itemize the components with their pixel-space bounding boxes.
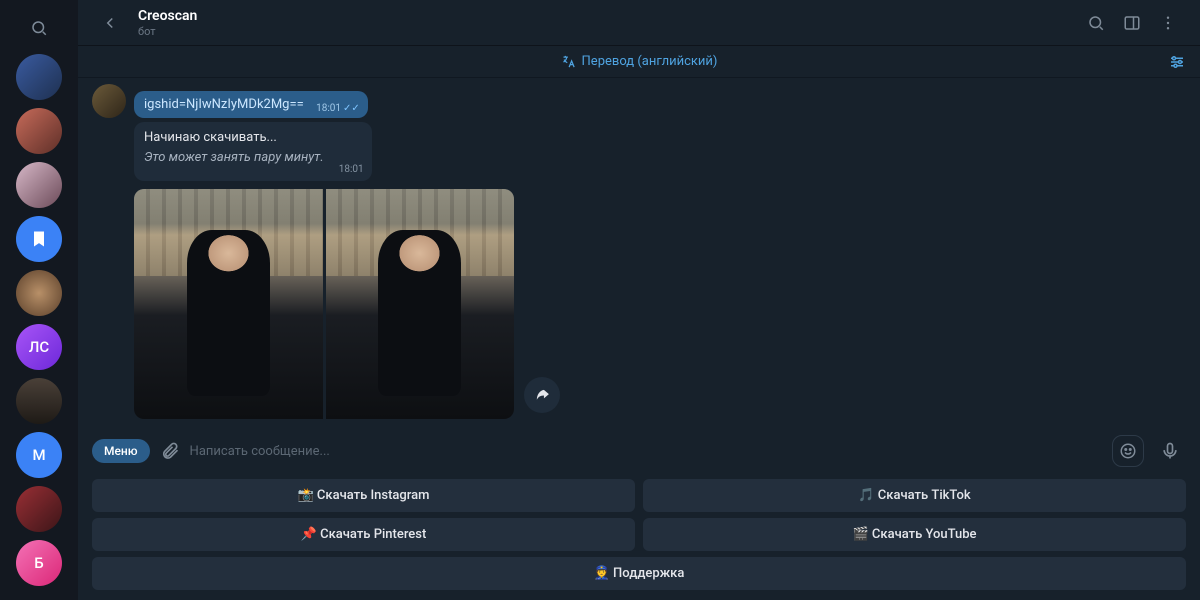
sidepanel-icon[interactable] bbox=[1114, 5, 1150, 41]
search-icon[interactable] bbox=[19, 8, 59, 48]
chat-list-avatar[interactable] bbox=[16, 162, 62, 208]
message-bubble[interactable]: Начинаю скачивать... Это может занять па… bbox=[134, 122, 372, 181]
message-row-sent: igshid=NjIwNzIyMDk2Mg== 18:01✓✓ bbox=[78, 82, 1200, 120]
chat-list-avatar[interactable]: ЛС bbox=[16, 324, 62, 370]
composer: Меню bbox=[78, 429, 1200, 473]
share-icon[interactable] bbox=[524, 377, 560, 413]
kb-youtube[interactable]: 🎬 Скачать YouTube bbox=[643, 518, 1186, 551]
chat-list-avatar[interactable] bbox=[16, 108, 62, 154]
translate-settings-icon[interactable] bbox=[1168, 53, 1186, 71]
app-root: ЛС М Б Creoscan бот bbox=[0, 0, 1200, 600]
translate-label: Перевод (английский) bbox=[582, 54, 718, 69]
mic-icon[interactable] bbox=[1154, 435, 1186, 467]
chat-list-avatar[interactable]: Б bbox=[16, 540, 62, 586]
chat-list-avatar[interactable] bbox=[16, 378, 62, 424]
messages-scroll[interactable]: igshid=NjIwNzIyMDk2Mg== 18:01✓✓ Начинаю … bbox=[78, 78, 1200, 429]
kb-tiktok[interactable]: 🎵 Скачать TikTok bbox=[643, 479, 1186, 512]
avatar[interactable] bbox=[92, 84, 126, 118]
message-row: Начинаю скачивать... Это может занять па… bbox=[78, 120, 1200, 183]
message-line: Начинаю скачивать... bbox=[144, 128, 324, 148]
chat-list-sidebar: ЛС М Б bbox=[0, 0, 78, 600]
message-bubble-sent[interactable]: igshid=NjIwNzIyMDk2Mg== 18:01✓✓ bbox=[134, 91, 368, 118]
photo-thumbnail[interactable] bbox=[134, 189, 323, 419]
menu-button[interactable]: Меню bbox=[92, 439, 150, 463]
message-text: igshid=NjIwNzIyMDk2Mg== bbox=[144, 97, 304, 112]
message-time: 18:01✓✓ bbox=[316, 103, 360, 114]
kb-instagram[interactable]: 📸 Скачать Instagram bbox=[92, 479, 635, 512]
kb-support[interactable]: 👮 Поддержка bbox=[92, 557, 1186, 590]
translate-label-row: Перевод (английский) bbox=[561, 54, 718, 69]
more-icon[interactable] bbox=[1150, 5, 1186, 41]
chat-title: Creoscan bbox=[138, 8, 1078, 24]
search-in-chat-icon[interactable] bbox=[1078, 5, 1114, 41]
message-input[interactable] bbox=[190, 444, 1102, 459]
chat-subtitle: бот bbox=[138, 25, 1078, 38]
chat-list-avatar[interactable] bbox=[16, 486, 62, 532]
message-time: 18:01 bbox=[339, 162, 364, 177]
bot-keyboard: 📸 Скачать Instagram 🎵 Скачать TikTok 📌 С… bbox=[78, 473, 1200, 600]
attach-icon[interactable] bbox=[160, 441, 180, 461]
chat-header: Creoscan бот bbox=[78, 0, 1200, 46]
kb-pinterest[interactable]: 📌 Скачать Pinterest bbox=[92, 518, 635, 551]
chat-panel: Creoscan бот Перевод (английский) bbox=[78, 0, 1200, 600]
back-icon[interactable] bbox=[92, 5, 128, 41]
media-group[interactable] bbox=[134, 189, 514, 419]
message-row: Медиа успешно скачано! bbox=[78, 427, 1200, 429]
message-row-media bbox=[78, 187, 1200, 421]
message-line-italic: Это может занять пару минут. bbox=[144, 148, 324, 168]
emoji-icon[interactable] bbox=[1112, 435, 1144, 467]
chat-list-avatar[interactable] bbox=[16, 216, 62, 262]
translate-bar[interactable]: Перевод (английский) bbox=[78, 46, 1200, 78]
chat-list-avatar[interactable] bbox=[16, 54, 62, 100]
photo-thumbnail[interactable] bbox=[326, 189, 515, 419]
translate-icon bbox=[561, 54, 576, 69]
chat-title-block[interactable]: Creoscan бот bbox=[138, 8, 1078, 38]
chat-list-avatar[interactable]: М bbox=[16, 432, 62, 478]
chat-list-avatar[interactable] bbox=[16, 270, 62, 316]
